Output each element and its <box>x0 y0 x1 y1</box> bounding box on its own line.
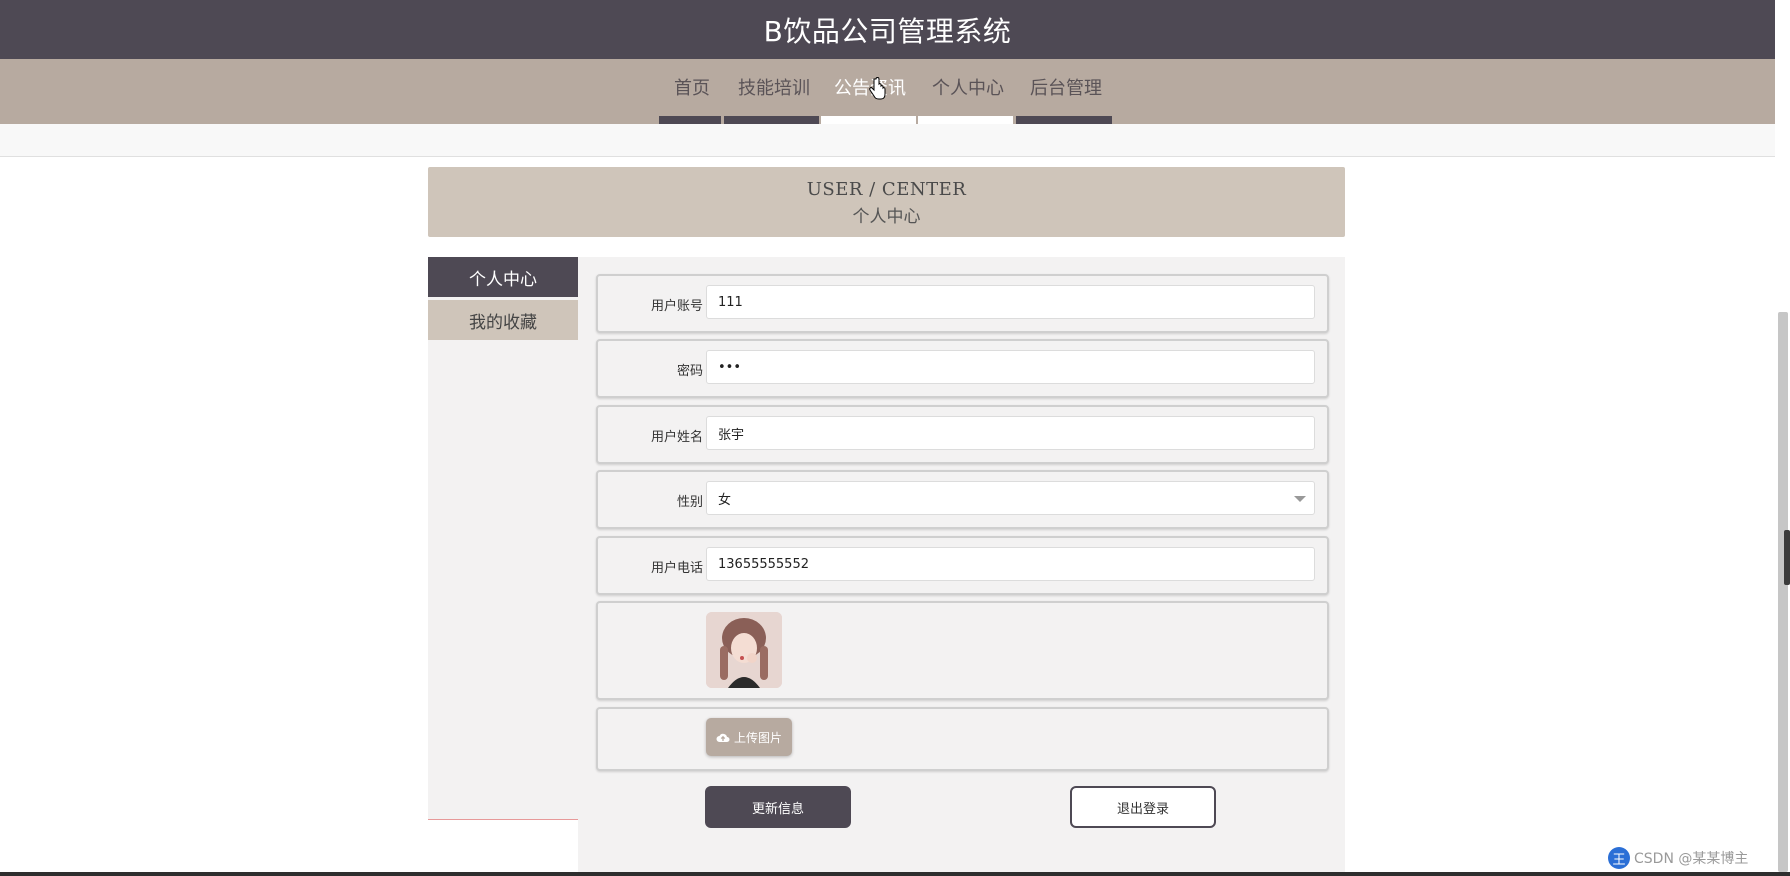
gender-select-value: 女 <box>718 492 732 508</box>
csdn-watermark: 王 CSDN @某某博主 <box>1608 845 1748 871</box>
nav-item-personal-center[interactable]: 个人中心 <box>932 74 1004 99</box>
phone-label: 用户电话 <box>650 561 703 576</box>
sidebar-item-personal-center[interactable]: 个人中心 <box>428 257 578 297</box>
banner-title-zh: 个人中心 <box>852 207 921 227</box>
password-label: 密码 <box>676 364 703 379</box>
upload-image-button[interactable]: 上传图片 <box>706 718 792 756</box>
gender-label: 性别 <box>676 495 703 510</box>
upload-image-label: 上传图片 <box>733 730 782 745</box>
sub-header-strip <box>0 124 1775 157</box>
nav-tab-underline <box>659 116 721 124</box>
watermark-badge-icon: 王 <box>1608 847 1630 869</box>
account-label: 用户账号 <box>650 299 703 314</box>
name-input[interactable]: 张宇 <box>706 416 1315 450</box>
nav-item-admin[interactable]: 后台管理 <box>1030 74 1102 99</box>
gender-select[interactable]: 女 <box>706 481 1315 515</box>
scrollbar-thumb[interactable] <box>1778 312 1788 872</box>
app-title: B饮品公司管理系统 <box>763 14 1012 48</box>
name-label: 用户姓名 <box>650 430 703 445</box>
account-input[interactable]: 111 <box>706 285 1315 319</box>
password-input[interactable]: ••• <box>706 350 1315 384</box>
profile-form-panel: 用户账号 111 密码 ••• 用户姓名 张宇 性别 女 用户电话 136555… <box>578 257 1345 876</box>
page-banner: USER / CENTER 个人中心 <box>428 167 1345 237</box>
side-widget-tab[interactable] <box>1784 530 1790 585</box>
form-row-password: 密码 ••• <box>596 339 1329 398</box>
sidebar-item-favorites[interactable]: 我的收藏 <box>428 300 578 340</box>
app-title-bar: B饮品公司管理系统 <box>0 0 1775 59</box>
nav-item-training[interactable]: 技能培训 <box>738 74 810 99</box>
logout-button[interactable]: 退出登录 <box>1070 786 1216 828</box>
hand-cursor-icon <box>869 77 886 100</box>
phone-input[interactable]: 13655555552 <box>706 547 1315 581</box>
nav-item-home[interactable]: 首页 <box>674 74 710 99</box>
form-row-avatar <box>596 601 1329 700</box>
sidebar: 个人中心 我的收藏 <box>428 257 578 820</box>
update-info-button[interactable]: 更新信息 <box>705 786 851 828</box>
top-nav: 首页 技能培训 公告资讯 个人中心 后台管理 <box>0 59 1775 124</box>
watermark-text: CSDN @某某博主 <box>1634 851 1749 867</box>
form-row-gender: 性别 女 <box>596 470 1329 529</box>
nav-tab-underline-active <box>821 116 916 124</box>
banner-title-en: USER / CENTER <box>806 179 967 200</box>
avatar-image <box>706 612 782 688</box>
window-bottom-edge <box>0 872 1790 876</box>
form-row-phone: 用户电话 13655555552 <box>596 536 1329 595</box>
cloud-upload-icon <box>716 733 730 742</box>
nav-tab-underline <box>724 116 819 124</box>
form-row-account: 用户账号 111 <box>596 274 1329 333</box>
form-row-name: 用户姓名 张宇 <box>596 405 1329 464</box>
chevron-down-icon <box>1294 496 1306 502</box>
nav-tab-underline <box>918 116 1013 124</box>
form-row-upload: 上传图片 <box>596 707 1329 771</box>
nav-tab-underline <box>1016 116 1112 124</box>
